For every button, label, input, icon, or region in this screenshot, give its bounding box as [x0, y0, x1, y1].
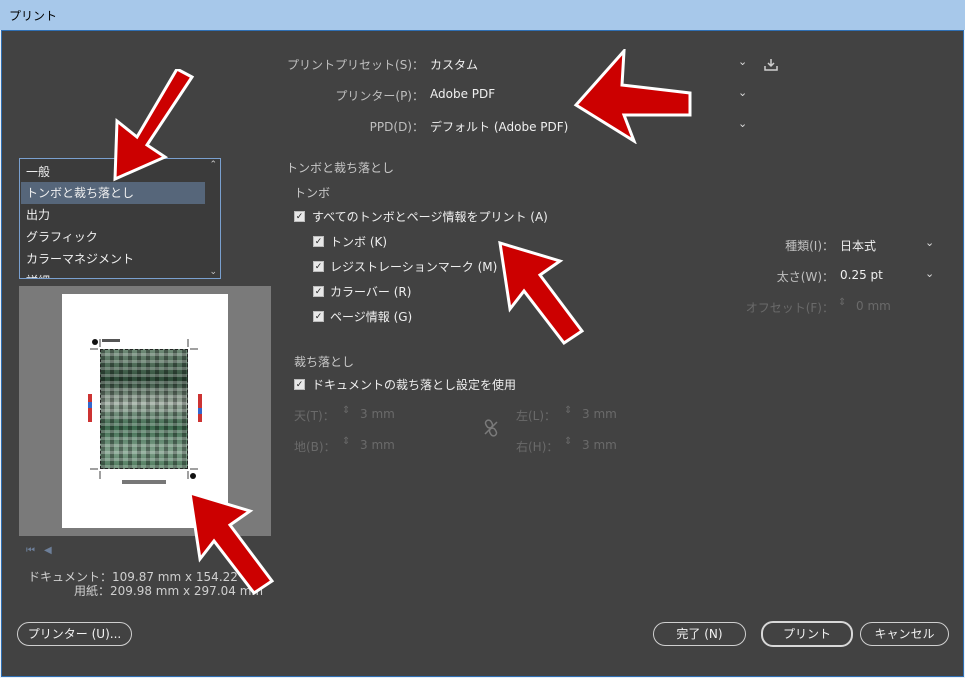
chevron-down-icon[interactable]: ⌄ [738, 55, 747, 68]
crop-marks-label: トンボ (K) [330, 235, 388, 249]
scroll-down-icon[interactable]: ⌄ [209, 267, 217, 277]
printer-value[interactable]: Adobe PDF [430, 87, 495, 101]
stepper-icon: ⇕ [342, 436, 351, 447]
save-download-icon[interactable] [764, 58, 778, 74]
preset-value[interactable]: カスタム [430, 56, 478, 73]
window-title: プリント [9, 9, 58, 23]
bleed-right-value: 3 mm [582, 438, 617, 452]
category-item[interactable]: 詳細 [21, 270, 205, 278]
crop-marks-checkbox[interactable]: ✓ [313, 236, 324, 247]
annotation-arrow-icon [188, 490, 275, 596]
bleed-top-value: 3 mm [360, 407, 395, 421]
stepper-icon: ⇕ [564, 436, 573, 447]
annotation-arrow-icon [573, 49, 692, 144]
bleed-left-value: 3 mm [582, 407, 617, 421]
bleed-bottom-value: 3 mm [360, 438, 395, 452]
category-item[interactable]: カラーマネジメント [21, 248, 205, 270]
category-item[interactable]: 出力 [21, 204, 205, 226]
use-doc-bleed-label: ドキュメントの裁ち落とし設定を使用 [312, 378, 517, 392]
stepper-icon: ⇕ [342, 405, 351, 416]
title-bar: プリント [0, 0, 965, 30]
annotation-arrow-icon [113, 69, 195, 182]
ppd-label: PPD(D)： [369, 120, 424, 134]
chain-link-icon [483, 419, 499, 440]
mark-type-value[interactable]: 日本式 [840, 237, 876, 254]
annotation-arrow-icon [498, 240, 585, 346]
registration-marks-label: レジストレーションマーク (M) [330, 260, 498, 274]
prev-page-icon[interactable]: ◀ [44, 545, 52, 556]
chevron-down-icon[interactable]: ⌄ [925, 236, 934, 249]
bleed-bottom-label: 地(B)： [294, 440, 336, 454]
mark-weight-value[interactable]: 0.25 pt [840, 268, 883, 282]
stepper-icon: ⇕ [564, 405, 573, 416]
chevron-down-icon[interactable]: ⌄ [925, 267, 934, 280]
marks-title: トンボ [294, 186, 331, 200]
printer-setup-button[interactable]: プリンター (U)... [17, 622, 132, 646]
registration-marks-checkbox[interactable]: ✓ [313, 261, 324, 272]
first-page-icon[interactable]: ⏮ [26, 545, 35, 556]
page-info-checkbox[interactable]: ✓ [313, 311, 324, 322]
chevron-down-icon[interactable]: ⌄ [738, 117, 747, 130]
ppd-value[interactable]: デフォルト (Adobe PDF) [430, 118, 568, 135]
preset-label: プリントプリセット(S)： [287, 58, 424, 72]
page-info-label: ページ情報 (G) [330, 310, 413, 324]
print-button[interactable]: プリント [761, 621, 853, 647]
offset-value: 0 mm [856, 299, 891, 313]
print-dialog: プリントプリセット(S)： カスタム ⌄ プリンター(P)： Adobe PDF… [1, 30, 964, 677]
printer-label: プリンター(P)： [335, 89, 424, 103]
bleed-top-label: 天(T)： [294, 409, 335, 423]
category-item-selected[interactable]: トンボと裁ち落とし [21, 182, 205, 204]
mark-weight-label: 太さ(W)： [776, 270, 834, 284]
color-bars-label: カラーバー (R) [330, 285, 412, 299]
bleed-title: 裁ち落とし [294, 355, 355, 369]
section-title: トンボと裁ち落とし [286, 161, 395, 175]
stepper-icon: ⇕ [838, 297, 847, 308]
bleed-right-label: 右(H)： [516, 440, 559, 454]
all-marks-label: すべてのトンボとページ情報をプリント (A) [312, 210, 548, 224]
offset-label: オフセット(F)： [745, 301, 834, 315]
category-item[interactable]: グラフィック [21, 226, 205, 248]
scroll-up-icon[interactable]: ⌃ [209, 160, 217, 170]
color-bars-checkbox[interactable]: ✓ [313, 286, 324, 297]
cancel-button[interactable]: キャンセル [860, 622, 949, 646]
use-doc-bleed-checkbox[interactable]: ✓ [294, 379, 305, 390]
chevron-down-icon[interactable]: ⌄ [738, 86, 747, 99]
done-button[interactable]: 完了 (N) [653, 622, 746, 646]
all-marks-checkbox[interactable]: ✓ [294, 211, 305, 222]
bleed-left-label: 左(L)： [516, 409, 557, 423]
mark-type-label: 種類(I)： [785, 239, 834, 253]
